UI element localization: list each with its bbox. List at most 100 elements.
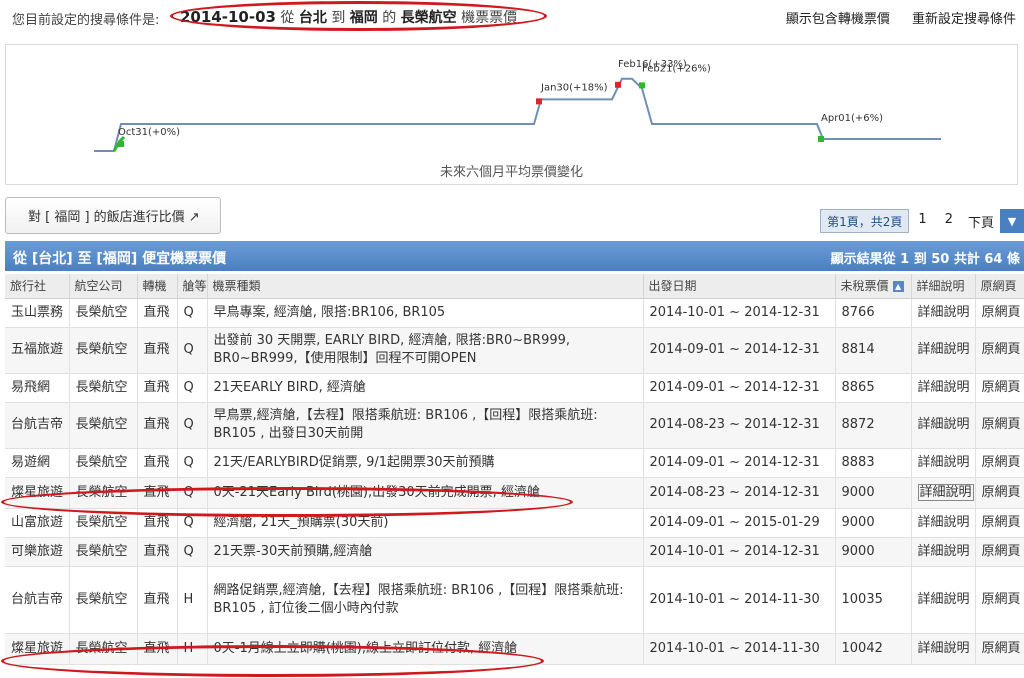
source-page-link[interactable]: 原網頁 (975, 508, 1024, 538)
col-agency[interactable]: 旅行社 (5, 274, 70, 299)
departure-dates-cell: 2014-10-01 ~ 2014-12-31 (643, 537, 836, 567)
transfer-cell: 直飛 (137, 298, 178, 328)
detail-link[interactable]: 詳細說明 (911, 373, 976, 403)
price-cell: 9000 (835, 508, 912, 538)
airline-cell: 長榮航空 (69, 298, 138, 328)
table-row: 易飛網 長榮航空 直飛 Q 21天EARLY BIRD, 經濟艙 2014-09-01 ~… (5, 373, 1024, 403)
departure-dates-cell: 2014-09-01 ~ 2015-01-29 (643, 508, 836, 538)
table-row: 台航吉帝 長榮航空 直飛 H 網路促銷票,經濟艙,【去程】限搭乘航班: BR106 ,【… (5, 566, 1024, 634)
col-source: 原網頁 (975, 274, 1024, 299)
ticket-type-cell: 21天EARLY BIRD, 經濟艙 (207, 373, 644, 403)
transfer-cell: 直飛 (137, 566, 178, 634)
fares-table: 旅行社 航空公司 轉機 艙等 機票種類 出發日期 未稅票價 ▲ 詳細說明 原網頁 … (5, 274, 1024, 665)
chart-point-label: Oct31(+0%) (118, 127, 180, 138)
next-page-link[interactable]: 下頁 (962, 209, 1000, 233)
table-row: 台航吉帝 長榮航空 直飛 Q 早鳥票,經濟艙,【去程】限搭乘航班: BR106 ,【回程… (5, 402, 1024, 449)
source-page-link[interactable]: 原網頁 (975, 402, 1024, 449)
ticket-type-cell: 經濟艙, 21天_預購票(30天前) (207, 508, 644, 538)
detail-link[interactable]: 詳細說明 (911, 327, 976, 374)
departure-dates-cell: 2014-10-01 ~ 2014-11-30 (643, 566, 836, 634)
source-page-link[interactable]: 原網頁 (975, 566, 1024, 634)
transfer-cell: 直飛 (137, 448, 178, 478)
detail-link[interactable]: 詳細說明 (911, 633, 976, 665)
airline-cell: 長榮航空 (69, 477, 138, 509)
chart-point-marker (639, 82, 645, 89)
detail-link[interactable]: 詳細說明 (911, 537, 976, 567)
page-link-1[interactable]: 1 (909, 209, 935, 233)
transfer-cell: 直飛 (137, 327, 178, 374)
agency-cell: 玉山票務 (5, 298, 70, 328)
top-links: 顯示包含轉機票價 重新設定搜尋條件 (768, 8, 1016, 27)
transfer-cell: 直飛 (137, 508, 178, 538)
agency-cell: 燦星旅遊 (5, 477, 70, 509)
detail-link[interactable]: 詳細說明 (911, 477, 976, 509)
table-row: 玉山票務 長榮航空 直飛 Q 早鳥專案, 經濟艙, 限搭:BR106, BR105 201… (5, 298, 1024, 328)
airline-cell: 長榮航空 (69, 327, 138, 374)
transfer-cell: 直飛 (137, 633, 178, 665)
price-cell: 9000 (835, 537, 912, 567)
detail-link[interactable]: 詳細說明 (911, 448, 976, 478)
detail-link[interactable]: 詳細說明 (911, 566, 976, 634)
col-ticket-type[interactable]: 機票種類 (207, 274, 644, 299)
price-cell: 9000 (835, 477, 912, 509)
chart-point-label: Jan30(+18%) (540, 82, 608, 93)
col-detail: 詳細說明 (911, 274, 976, 299)
agency-cell: 山富旅遊 (5, 508, 70, 538)
col-price-label: 未稅票價 (840, 279, 889, 294)
ticket-type-cell: 0天-1月線上立即購(桃園),線上立即訂位付款, 經濟艙 (207, 633, 644, 665)
price-trend-chart: Oct31(+0%) Jan30(+18%) Feb16(+33%) Feb21(+2… (5, 44, 1018, 185)
table-row: 易遊網 長榮航空 直飛 Q 21天/EARLYBIRD促銷票, 9/1起開票30天前預購… (5, 448, 1024, 478)
departure-dates-cell: 2014-10-01 ~ 2014-12-31 (643, 298, 836, 328)
cabin-cell: Q (177, 298, 208, 328)
chart-point-label: Apr01(+6%) (821, 113, 883, 124)
agency-cell: 易飛網 (5, 373, 70, 403)
ticket-type-cell: 21天票-30天前預購,經濟艙 (207, 537, 644, 567)
detail-link-text[interactable]: 詳細說明 (917, 483, 974, 501)
chart-point-marker (615, 81, 621, 88)
col-transfer[interactable]: 轉機 (137, 274, 178, 299)
page-dropdown-icon[interactable]: ▼ (1000, 209, 1024, 233)
cabin-cell: Q (177, 448, 208, 478)
departure-dates-cell: 2014-08-23 ~ 2014-12-31 (643, 477, 836, 509)
show-transfer-link[interactable]: 顯示包含轉機票價 (786, 12, 890, 27)
airline-cell: 長榮航空 (69, 633, 138, 665)
col-price[interactable]: 未稅票價 ▲ (835, 274, 912, 299)
source-page-link[interactable]: 原網頁 (975, 448, 1024, 478)
chart-point-marker (536, 98, 542, 105)
detail-link[interactable]: 詳細說明 (911, 298, 976, 328)
table-row: 五福旅遊 長榮航空 直飛 Q 出發前 30 天開票, EARLY BIRD, 經濟艙, … (5, 327, 1024, 374)
source-page-link[interactable]: 原網頁 (975, 537, 1024, 567)
ticket-type-cell: 早鳥專案, 經濟艙, 限搭:BR106, BR105 (207, 298, 644, 328)
page-link-2[interactable]: 2 (936, 209, 962, 233)
hotel-compare-button[interactable]: 對 [ 福岡 ] 的飯店進行比價 ↗ (5, 197, 221, 234)
source-page-link[interactable]: 原網頁 (975, 373, 1024, 403)
price-cell: 8883 (835, 448, 912, 478)
sort-asc-icon[interactable]: ▲ (892, 281, 904, 293)
table-row: 山富旅遊 長榮航空 直飛 Q 經濟艙, 21天_預購票(30天前) 2014-09-01 … (5, 508, 1024, 538)
col-cabin[interactable]: 艙等 (177, 274, 208, 299)
departure-dates-cell: 2014-09-01 ~ 2014-12-31 (643, 327, 836, 374)
price-cell: 10035 (835, 566, 912, 634)
ticket-type-cell: 21天/EARLYBIRD促銷票, 9/1起開票30天前預購 (207, 448, 644, 478)
detail-link[interactable]: 詳細說明 (911, 402, 976, 449)
col-airline[interactable]: 航空公司 (69, 274, 138, 299)
source-page-link[interactable]: 原網頁 (975, 298, 1024, 328)
table-header-row: 旅行社 航空公司 轉機 艙等 機票種類 出發日期 未稅票價 ▲ 詳細說明 原網頁 (5, 274, 1024, 299)
col-departure[interactable]: 出發日期 (643, 274, 836, 299)
agency-cell: 台航吉帝 (5, 402, 70, 449)
price-cell: 8814 (835, 327, 912, 374)
current-page-indicator: 第1頁，共2頁 (820, 209, 910, 233)
source-page-link[interactable]: 原網頁 (975, 327, 1024, 374)
agency-cell: 台航吉帝 (5, 566, 70, 634)
price-cell: 8766 (835, 298, 912, 328)
detail-link[interactable]: 詳細說明 (911, 508, 976, 538)
cabin-cell: Q (177, 537, 208, 567)
price-trend-line (94, 77, 941, 152)
departure-dates-cell: 2014-09-01 ~ 2014-12-31 (643, 448, 836, 478)
reset-search-link[interactable]: 重新設定搜尋條件 (912, 12, 1016, 27)
cabin-cell: Q (177, 402, 208, 449)
source-page-link[interactable]: 原網頁 (975, 633, 1024, 665)
cabin-cell: H (177, 633, 208, 665)
source-page-link[interactable]: 原網頁 (975, 477, 1024, 509)
ticket-type-cell: 早鳥票,經濟艙,【去程】限搭乘航班: BR106 ,【回程】限搭乘航班: BR1… (207, 402, 644, 449)
